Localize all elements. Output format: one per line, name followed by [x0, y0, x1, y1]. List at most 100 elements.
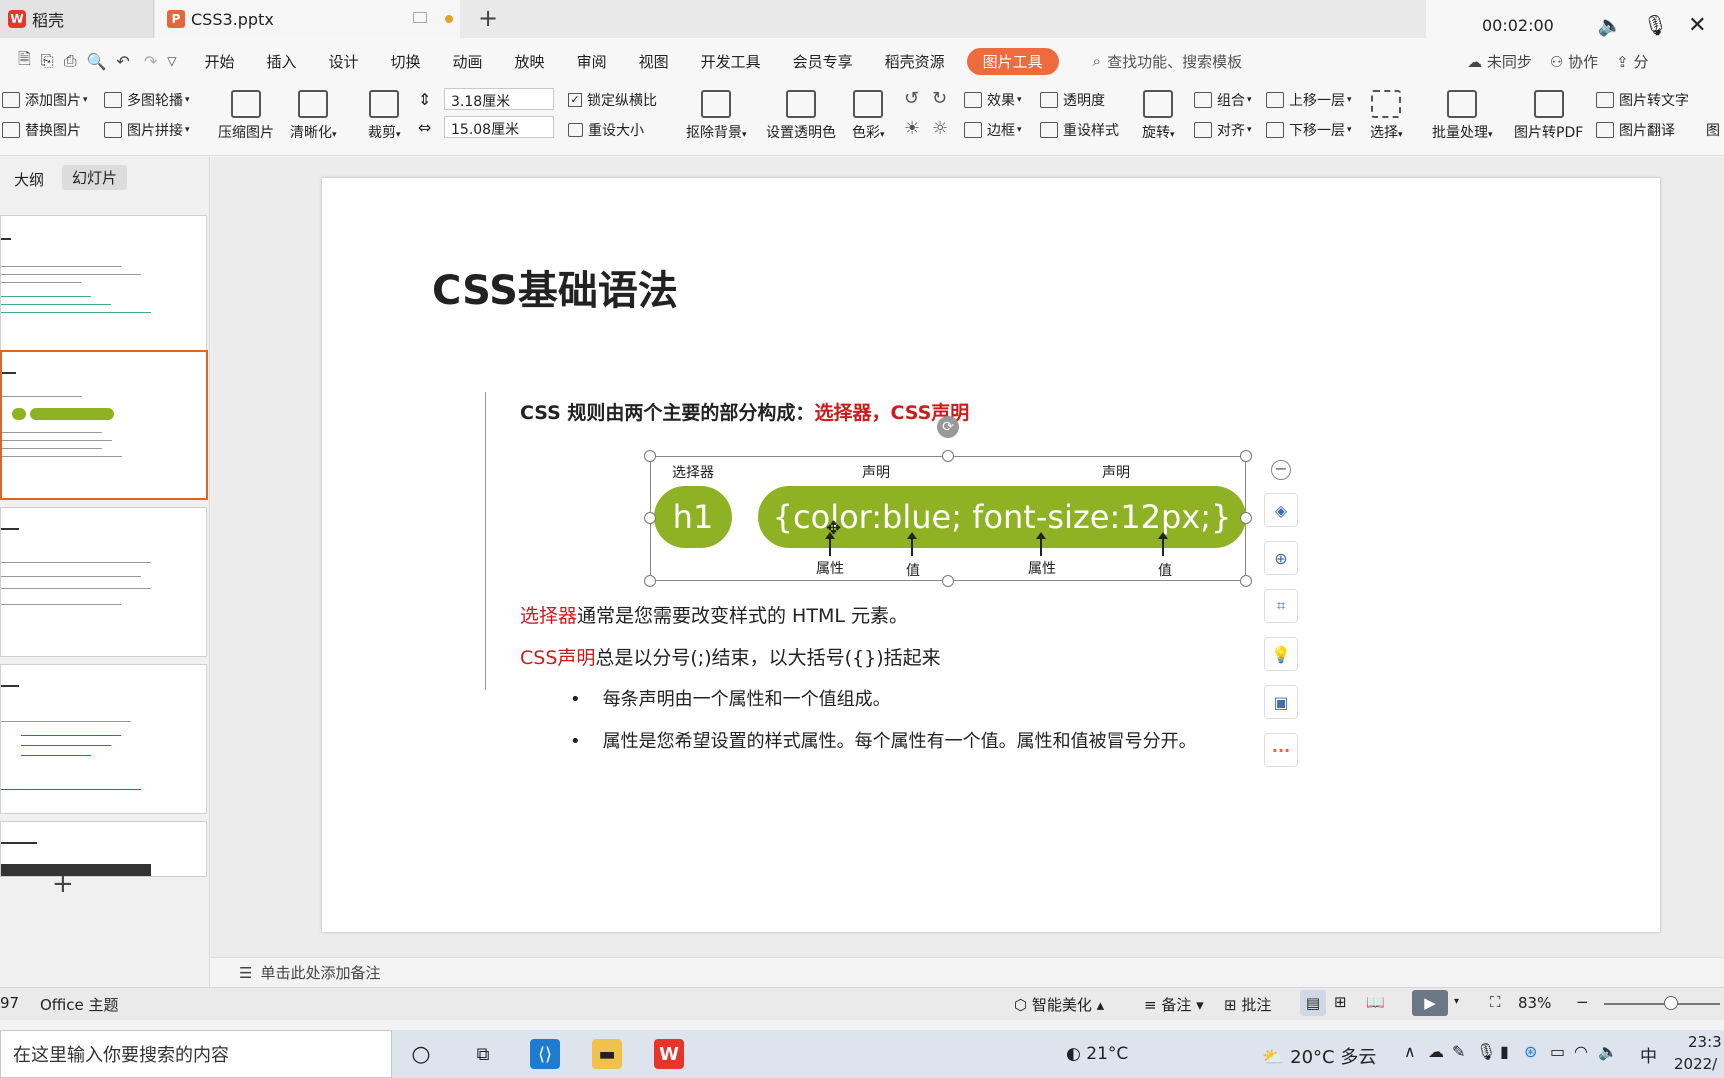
menu-insert[interactable]: 插入 — [266, 51, 296, 72]
crop-button[interactable]: 裁剪▾ — [368, 90, 401, 142]
slide-thumbnail[interactable] — [0, 507, 207, 657]
theme-name[interactable]: Office 主题 — [40, 994, 119, 1015]
preview-icon[interactable]: 🔍 — [87, 52, 107, 71]
clock-date[interactable]: 2022/ — [1674, 1055, 1717, 1073]
transparency-button[interactable]: 透明度 — [1040, 90, 1105, 110]
pen-icon[interactable]: ✎ — [1452, 1042, 1465, 1061]
set-transparent-button[interactable]: 设置透明色 — [766, 90, 836, 142]
intro-line[interactable]: CSS 规则由两个主要的部分构成：选择器，CSS声明 — [520, 398, 969, 425]
vscode-icon[interactable]: ⟨⟩ — [530, 1039, 560, 1069]
more-icon[interactable]: ··· — [1264, 733, 1298, 767]
select-button[interactable]: 选择▾ — [1370, 90, 1403, 142]
rotate-left-icon[interactable]: ↺ — [904, 88, 919, 109]
zoom-slider-thumb[interactable] — [1664, 996, 1678, 1010]
selector-description[interactable]: 选择器通常是您需要改变样式的 HTML 元素。 — [520, 601, 908, 628]
resize-handle[interactable] — [1240, 450, 1252, 462]
brightness-up-icon[interactable]: ☀ — [904, 118, 920, 139]
usb-icon[interactable]: ▮ — [1500, 1042, 1509, 1061]
slide-thumbnail[interactable] — [0, 821, 207, 877]
resize-handle[interactable] — [644, 450, 656, 462]
resize-handle[interactable] — [942, 450, 954, 462]
resize-handle[interactable] — [1240, 512, 1252, 524]
battery-icon[interactable]: ▭ — [1550, 1042, 1565, 1061]
clock-time[interactable]: 23:3 — [1688, 1033, 1722, 1051]
slide-thumbnail[interactable] — [0, 215, 207, 365]
cloud-icon[interactable]: ☁ — [1428, 1042, 1444, 1061]
replace-picture-button[interactable]: 替换图片 — [2, 120, 81, 140]
reset-style-button[interactable]: 重设样式 — [1040, 120, 1119, 140]
compress-button[interactable]: 压缩图片 — [218, 90, 274, 142]
tab-document[interactable]: P CSS3.pptx — [155, 0, 460, 38]
add-picture-button[interactable]: 添加图片 ▾ — [2, 90, 88, 110]
bullet-item[interactable]: • 每条声明由一个属性和一个值组成。 — [570, 685, 891, 711]
add-slide-button[interactable]: + — [52, 869, 74, 899]
carousel-button[interactable]: 多图轮播 ▾ — [104, 90, 190, 110]
menu-animation[interactable]: 动画 — [453, 51, 483, 72]
window-icon[interactable] — [413, 12, 427, 23]
resize-handle[interactable] — [1240, 575, 1252, 587]
zoom-level[interactable]: 83% — [1518, 994, 1551, 1012]
ime-indicator[interactable]: 中 — [1640, 1042, 1657, 1067]
tab-outline[interactable]: 大纲 — [14, 167, 44, 192]
menu-developer[interactable]: 开发工具 — [701, 51, 761, 72]
close-icon[interactable]: ✕ — [1688, 13, 1706, 38]
width-field[interactable]: 15.08厘米 — [444, 116, 554, 138]
layers-icon[interactable]: ◈ — [1264, 493, 1298, 527]
reading-view-icon[interactable]: 📖 — [1366, 993, 1385, 1011]
tab-slides[interactable]: 幻灯片 — [62, 165, 128, 190]
app-tray-icon[interactable]: ⊛ — [1524, 1042, 1537, 1061]
resize-handle[interactable] — [942, 575, 954, 587]
new-tab-button[interactable]: + — [478, 4, 498, 32]
rotate-right-icon[interactable]: ↻ — [932, 88, 947, 109]
quick-access-chevron-icon[interactable]: ▽ — [167, 54, 176, 68]
bullet-item[interactable]: • 属性是您希望设置的样式属性。每个属性有一个值。属性和值被冒号分开。 — [570, 727, 1197, 753]
menu-design[interactable]: 设计 — [329, 51, 359, 72]
rotate-button[interactable]: 旋转▾ — [1142, 90, 1175, 142]
notes-toggle-button[interactable]: ≡ 备注 ▾ — [1144, 994, 1204, 1015]
zoom-icon[interactable]: ⊕ — [1264, 541, 1298, 575]
notes-bar[interactable]: ☰ 单击此处添加备注 — [211, 957, 1724, 987]
volume-icon[interactable]: 🔈 — [1598, 1042, 1618, 1061]
brightness-down-icon[interactable]: ☼ — [932, 118, 948, 139]
menu-transition[interactable]: 切换 — [391, 51, 421, 72]
export-pdf-icon[interactable]: ⎘ — [41, 51, 54, 71]
menu-view[interactable]: 视图 — [639, 51, 669, 72]
height-field[interactable]: 3.18厘米 — [444, 88, 554, 110]
bring-forward-button[interactable]: 上移一层 ▾ — [1266, 90, 1352, 110]
group-button[interactable]: 组合 ▾ — [1194, 90, 1252, 110]
batch-button[interactable]: 批量处理▾ — [1432, 90, 1493, 142]
play-icon[interactable]: ▶ — [1412, 990, 1448, 1016]
mic-tray-icon[interactable]: 🎙 — [1476, 1042, 1496, 1061]
taskbar-search-input[interactable]: 在这里输入你要搜索的内容 — [0, 1030, 392, 1078]
wps-taskbar-icon[interactable]: W — [654, 1039, 684, 1069]
zoom-slider[interactable] — [1604, 1003, 1720, 1005]
idea-icon[interactable]: 💡 — [1264, 637, 1298, 671]
effects-button[interactable]: 效果 ▾ — [964, 90, 1022, 110]
collapse-icon[interactable]: − — [1271, 460, 1291, 480]
menu-member[interactable]: 会员专享 — [793, 51, 853, 72]
normal-view-icon[interactable]: ▤ — [1300, 990, 1326, 1016]
task-view-icon[interactable]: ⧉ — [468, 1039, 498, 1069]
menu-review[interactable]: 审阅 — [577, 51, 607, 72]
wifi-icon[interactable]: ◠ — [1574, 1042, 1588, 1061]
microphone-icon[interactable]: 🎙 — [1643, 13, 1668, 37]
border-button[interactable]: 边框 ▾ — [964, 120, 1022, 140]
image-edit-icon[interactable]: ▣ — [1264, 685, 1298, 719]
collab-button[interactable]: ⚇ 协作 — [1550, 51, 1598, 72]
reset-size-button[interactable]: 重设大小 — [568, 120, 644, 140]
tab-docer[interactable]: W 稻壳 — [0, 0, 154, 38]
cortana-icon[interactable]: ○ — [406, 1039, 436, 1069]
speaker-icon[interactable]: 🔈 — [1598, 13, 1623, 37]
lock-ratio-checkbox[interactable]: ✓ 锁定纵横比 — [568, 90, 657, 110]
print-icon[interactable]: ⎙ — [64, 51, 77, 71]
to-pdf-button[interactable]: 图片转PDF — [1514, 90, 1583, 142]
translate-button[interactable]: 图片翻译 — [1596, 120, 1675, 140]
menu-home[interactable]: 开始 — [204, 51, 234, 72]
send-backward-button[interactable]: 下移一层 ▾ — [1266, 120, 1352, 140]
remove-background-button[interactable]: 抠除背景▾ — [686, 90, 747, 142]
sharpen-button[interactable]: 清晰化▾ — [290, 90, 337, 142]
slide-thumbnail-selected[interactable] — [0, 350, 208, 500]
grid-view-icon[interactable]: ⊞ — [1334, 993, 1347, 1011]
redo-icon[interactable]: ↷ — [144, 52, 157, 71]
file-explorer-icon[interactable]: ▬ — [592, 1039, 622, 1069]
